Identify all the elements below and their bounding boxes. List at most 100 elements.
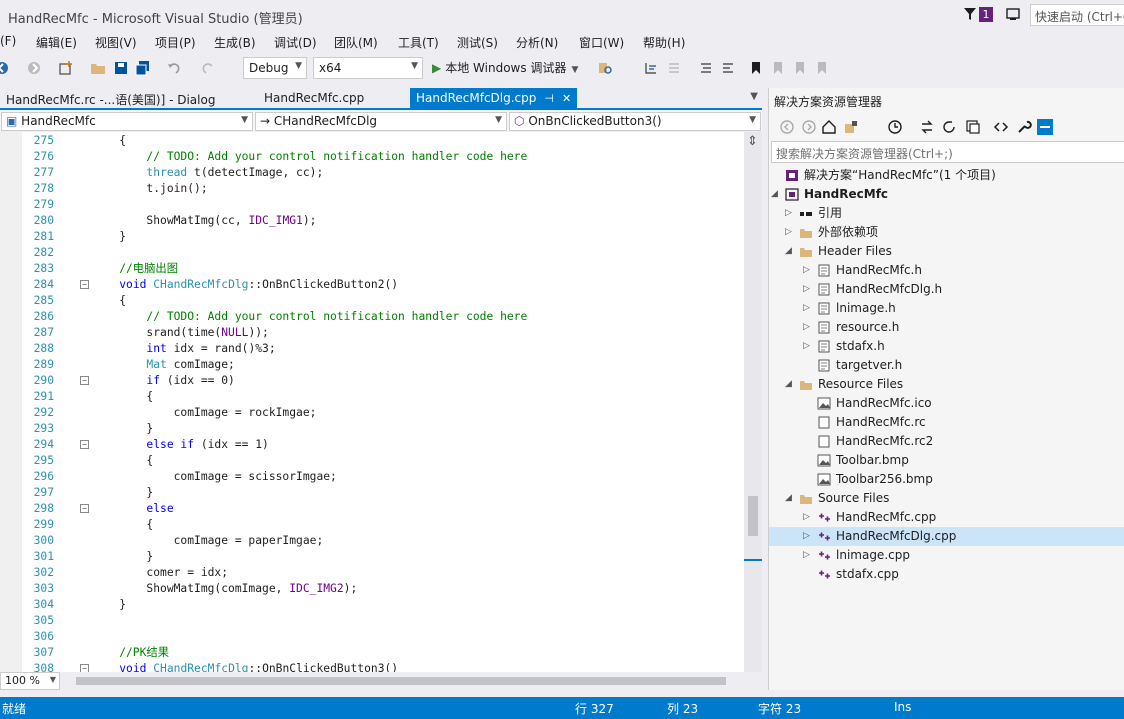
menu-build[interactable]: 生成(B) bbox=[214, 34, 256, 51]
code-line[interactable]: 303 ShowMatImg(comImage, IDC_IMG2); bbox=[0, 581, 744, 597]
start-debugging-button[interactable]: ▶ 本地 Windows 调试器 ▼ bbox=[432, 59, 578, 76]
tree-item[interactable]: stdafx.cpp bbox=[769, 565, 1124, 584]
menu-team[interactable]: 团队(M) bbox=[334, 34, 378, 51]
collapse-toggle-icon[interactable]: − bbox=[80, 504, 89, 513]
back-icon[interactable] bbox=[779, 119, 795, 135]
code-line[interactable]: 275 { bbox=[0, 133, 744, 149]
tree-item[interactable]: ◢ Resource Files bbox=[769, 375, 1124, 394]
refresh-icon[interactable] bbox=[941, 119, 957, 135]
collapsed-arrow-icon[interactable]: ▷ bbox=[803, 261, 810, 280]
forward-icon[interactable] bbox=[26, 60, 42, 76]
back-icon[interactable] bbox=[0, 60, 10, 76]
tree-item[interactable]: ◢ Header Files bbox=[769, 242, 1124, 261]
home-icon[interactable] bbox=[821, 119, 837, 135]
user-feedback-icon[interactable] bbox=[1005, 6, 1021, 22]
menu-analyze[interactable]: 分析(N) bbox=[516, 34, 558, 51]
tree-item[interactable]: Toolbar.bmp bbox=[769, 451, 1124, 470]
code-line[interactable]: 288 int idx = rand()%3; bbox=[0, 341, 744, 357]
properties-wrench-icon[interactable] bbox=[1016, 119, 1032, 135]
expanded-arrow-icon[interactable]: ◢ bbox=[771, 185, 778, 204]
tree-item[interactable]: ▷ lnimage.cpp bbox=[769, 546, 1124, 565]
tree-item[interactable]: ◢ HandRecMfc bbox=[769, 185, 1124, 204]
code-line[interactable]: 297 } bbox=[0, 485, 744, 501]
next-bookmark-icon[interactable] bbox=[792, 60, 808, 76]
code-line[interactable]: 280 ShowMatImg(cc, IDC_IMG1); bbox=[0, 213, 744, 229]
menu-window[interactable]: 窗口(W) bbox=[579, 34, 624, 51]
menu-view[interactable]: 视图(V) bbox=[95, 34, 137, 51]
collapsed-arrow-icon[interactable]: ▷ bbox=[803, 546, 810, 565]
undo-icon[interactable] bbox=[166, 60, 182, 76]
code-line[interactable]: 296 comImage = scissorImgae; bbox=[0, 469, 744, 485]
expanded-arrow-icon[interactable]: ◢ bbox=[785, 242, 792, 261]
code-editor[interactable]: 275 {276 // TODO: Add your control notif… bbox=[0, 132, 744, 672]
redo-icon[interactable] bbox=[200, 60, 216, 76]
tree-item[interactable]: ▷ HandRecMfcDlg.h bbox=[769, 280, 1124, 299]
code-line[interactable]: 286 // TODO: Add your control notificati… bbox=[0, 309, 744, 325]
menu-file[interactable]: (F) bbox=[0, 34, 16, 48]
previous-bookmark-icon[interactable] bbox=[770, 60, 786, 76]
menu-project[interactable]: 项目(P) bbox=[155, 34, 196, 51]
code-line[interactable]: 290 − if (idx == 0) bbox=[0, 373, 744, 389]
collapse-all-icon[interactable] bbox=[965, 119, 981, 135]
tree-item[interactable]: ▷ lnimage.h bbox=[769, 299, 1124, 318]
tree-item[interactable]: Toolbar256.bmp bbox=[769, 470, 1124, 489]
expanded-arrow-icon[interactable]: ◢ bbox=[785, 489, 792, 508]
bookmark-icon[interactable] bbox=[748, 60, 764, 76]
new-project-icon[interactable] bbox=[58, 60, 74, 76]
pin-icon[interactable]: ⊣ bbox=[544, 92, 554, 105]
collapsed-arrow-icon[interactable]: ▷ bbox=[803, 527, 810, 546]
vertical-scroll-thumb[interactable] bbox=[748, 496, 758, 536]
code-line[interactable]: 291 { bbox=[0, 389, 744, 405]
menu-tools[interactable]: 工具(T) bbox=[398, 34, 439, 51]
zoom-select[interactable]: 100 % ▼ bbox=[0, 672, 60, 690]
code-line[interactable]: 302 comer = idx; bbox=[0, 565, 744, 581]
tab-handrecmfc-cpp[interactable]: HandRecMfc.cpp bbox=[258, 88, 370, 110]
collapsed-arrow-icon[interactable]: ▷ bbox=[785, 204, 792, 223]
member-select[interactable]: ⬡ OnBnClickedButton3() ▼ bbox=[509, 112, 761, 131]
menu-help[interactable]: 帮助(H) bbox=[643, 34, 685, 51]
code-line[interactable]: 300 comImage = paperImgae; bbox=[0, 533, 744, 549]
filter-flag-icon[interactable] bbox=[962, 6, 978, 22]
collapsed-arrow-icon[interactable]: ▷ bbox=[803, 508, 810, 527]
collapsed-arrow-icon[interactable]: ▷ bbox=[803, 299, 810, 318]
find-in-files-icon[interactable] bbox=[597, 60, 613, 76]
code-line[interactable]: 283 //电脑出图 bbox=[0, 261, 744, 277]
code-line[interactable]: 294 − else if (idx == 1) bbox=[0, 437, 744, 453]
collapsed-arrow-icon[interactable]: ▷ bbox=[803, 318, 810, 337]
code-line[interactable]: 278 t.join(); bbox=[0, 181, 744, 197]
code-line[interactable]: 287 srand(time(NULL)); bbox=[0, 325, 744, 341]
menu-edit[interactable]: 编辑(E) bbox=[36, 34, 77, 51]
code-line[interactable]: 308 − void CHandRecMfcDlg::OnBnClickedBut… bbox=[0, 661, 744, 672]
project-scope-select[interactable]: ▣ HandRecMfc ▼ bbox=[1, 112, 253, 131]
tree-item[interactable]: ▷ HandRecMfcDlg.cpp bbox=[769, 527, 1124, 546]
collapse-toggle-icon[interactable]: − bbox=[80, 440, 89, 449]
code-line[interactable]: 306 bbox=[0, 629, 744, 645]
auto-hide-icon[interactable] bbox=[1037, 119, 1053, 135]
code-line[interactable]: 276 // TODO: Add your control notificati… bbox=[0, 149, 744, 165]
code-line[interactable]: 299 { bbox=[0, 517, 744, 533]
code-line[interactable]: 293 } bbox=[0, 421, 744, 437]
solution-search-input[interactable]: 搜索解决方案资源管理器(Ctrl+;) bbox=[771, 141, 1124, 163]
tab-handrecmfcdlg-cpp[interactable]: HandRecMfcDlg.cpp ⊣ ✕ bbox=[410, 88, 578, 110]
pending-changes-filter-icon[interactable] bbox=[887, 119, 903, 135]
collapse-toggle-icon[interactable]: − bbox=[80, 376, 89, 385]
tree-item[interactable]: HandRecMfc.rc bbox=[769, 413, 1124, 432]
code-line[interactable]: 307 //PK结果 bbox=[0, 645, 744, 661]
tree-item[interactable]: 解决方案“HandRecMfc”(1 个项目) bbox=[769, 166, 1124, 185]
collapse-toggle-icon[interactable]: − bbox=[80, 664, 89, 672]
tree-item[interactable]: ▷ HandRecMfc.h bbox=[769, 261, 1124, 280]
switch-views-icon[interactable] bbox=[843, 119, 859, 135]
notification-badge[interactable]: 1 bbox=[979, 7, 993, 22]
code-line[interactable]: 292 comImage = rockImgae; bbox=[0, 405, 744, 421]
editor-vertical-scrollbar[interactable]: ⇕ bbox=[744, 132, 762, 672]
tree-item[interactable]: ▷ 引用 bbox=[769, 204, 1124, 223]
open-folder-icon[interactable] bbox=[90, 60, 106, 76]
code-line[interactable]: 277 thread t(detectImage, cc); bbox=[0, 165, 744, 181]
tree-item[interactable]: HandRecMfc.rc2 bbox=[769, 432, 1124, 451]
expanded-arrow-icon[interactable]: ◢ bbox=[785, 375, 792, 394]
code-line[interactable]: 281 } bbox=[0, 229, 744, 245]
configuration-select[interactable]: Debug ▼ bbox=[243, 57, 307, 79]
code-line[interactable]: 298 − else bbox=[0, 501, 744, 517]
close-icon[interactable]: ✕ bbox=[562, 92, 571, 105]
sync-with-active-document-icon[interactable] bbox=[919, 119, 935, 135]
